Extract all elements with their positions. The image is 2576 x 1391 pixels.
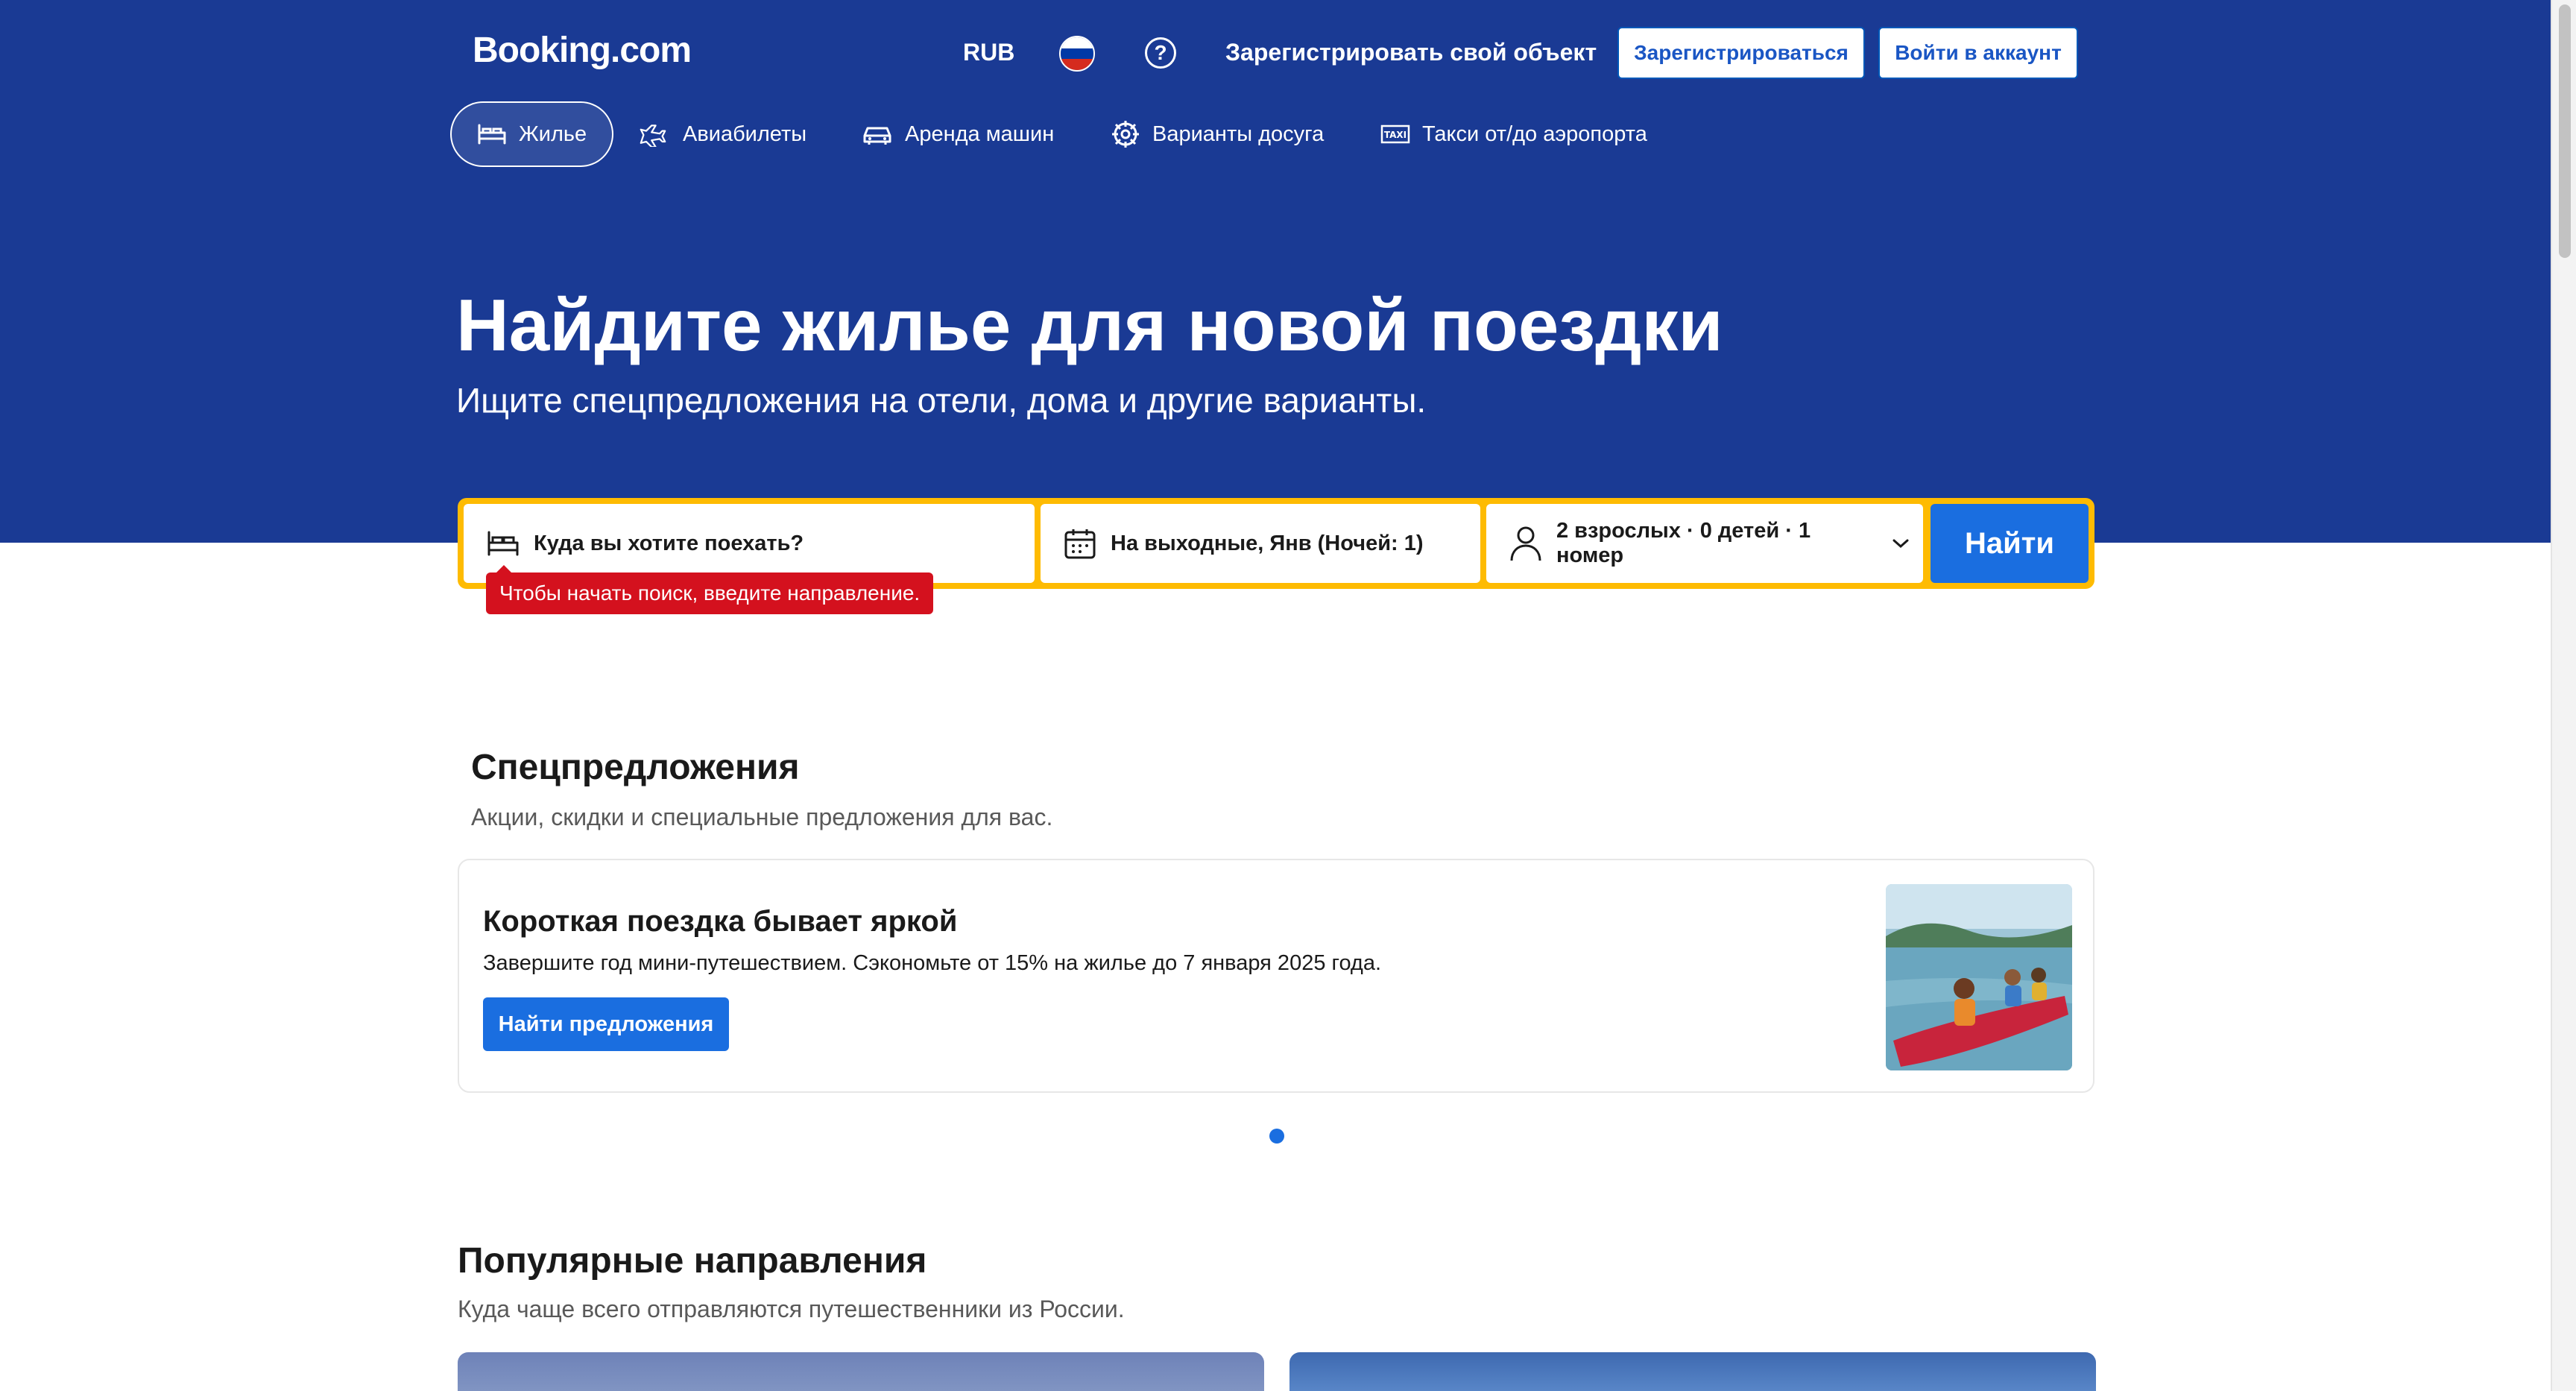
dates-value: На выходные, Янв (Ночей: 1) bbox=[1111, 531, 1424, 555]
calendar-icon bbox=[1064, 529, 1096, 559]
register-button[interactable]: Зарегистрироваться bbox=[1617, 27, 1865, 79]
guests-value: 2 взрослых · 0 детей · 1 номер bbox=[1556, 519, 1811, 567]
tab-label: Такси от/до аэропорта bbox=[1422, 122, 1647, 146]
taxi-icon: TAXI bbox=[1380, 124, 1410, 144]
tab-attractions[interactable]: Варианты досуга bbox=[1111, 101, 1324, 167]
login-button[interactable]: Войти в аккаунт bbox=[1878, 27, 2078, 79]
tab-label: Авиабилеты bbox=[683, 122, 807, 146]
attractions-icon bbox=[1112, 121, 1139, 148]
scrollbar-thumb[interactable] bbox=[2559, 4, 2571, 258]
promo-text: Завершите год мини-путешествием. Сэконом… bbox=[483, 951, 1382, 975]
date-picker[interactable]: На выходные, Янв (Ночей: 1) bbox=[1041, 504, 1480, 583]
offers-subtitle: Акции, скидки и специальные предложения … bbox=[471, 804, 1053, 830]
destination-placeholder: Куда вы хотите поехать? bbox=[534, 531, 804, 555]
promo-card: Короткая поездка бывает яркой Завершите … bbox=[458, 859, 2094, 1093]
popular-subtitle: Куда чаще всего отправляются путешествен… bbox=[458, 1296, 1125, 1322]
hero-title: Найдите жилье для новой поездки bbox=[456, 284, 1723, 366]
tab-car-rental[interactable]: Аренда машин bbox=[862, 101, 1054, 167]
destination-card[interactable] bbox=[1289, 1352, 2096, 1391]
guests-selector[interactable]: 2 взрослых · 0 детей · 1 номер bbox=[1486, 504, 1923, 583]
promo-image bbox=[1886, 884, 2072, 1070]
svg-text:TAXI: TAXI bbox=[1384, 130, 1407, 140]
hero-banner bbox=[0, 0, 2551, 543]
find-offers-button[interactable]: Найти предложения bbox=[483, 997, 729, 1051]
chevron-down-icon bbox=[1892, 539, 1909, 549]
popular-title: Популярные направления bbox=[458, 1241, 927, 1281]
booking-logo[interactable]: Booking.com bbox=[473, 30, 692, 71]
plane-icon bbox=[640, 124, 666, 147]
destination-card[interactable] bbox=[458, 1352, 1264, 1391]
car-icon bbox=[863, 127, 891, 145]
list-property-link[interactable]: Зарегистрировать свой объект bbox=[1225, 39, 1597, 66]
destination-input[interactable]: Куда вы хотите поехать? bbox=[464, 504, 1035, 583]
language-flag-icon[interactable] bbox=[1059, 36, 1095, 72]
destination-error-tooltip: Чтобы начать поиск, введите направление. bbox=[486, 565, 934, 614]
tab-flights[interactable]: Авиабилеты bbox=[640, 101, 806, 167]
currency-selector[interactable]: RUB bbox=[963, 39, 1014, 66]
tab-airport-taxi[interactable]: TAXI Такси от/до аэропорта bbox=[1380, 101, 1647, 167]
tab-label: Жилье bbox=[519, 122, 587, 146]
help-icon[interactable]: ? bbox=[1145, 37, 1176, 69]
bed-icon bbox=[478, 124, 506, 145]
carousel-dot[interactable] bbox=[1269, 1129, 1284, 1144]
offers-title: Спецпредложения bbox=[471, 748, 800, 787]
tab-label: Аренда машин bbox=[905, 122, 1055, 146]
search-button[interactable]: Найти bbox=[1931, 504, 2089, 583]
person-icon bbox=[1510, 526, 1541, 561]
tab-label: Варианты досуга bbox=[1152, 122, 1325, 146]
hero-subtitle: Ищите спецпредложения на отели, дома и д… bbox=[456, 381, 1427, 420]
promo-title: Короткая поездка бывает яркой bbox=[483, 905, 958, 938]
tab-stays[interactable]: Жилье bbox=[450, 101, 614, 167]
bed-icon bbox=[487, 531, 519, 556]
page-scrollbar[interactable] bbox=[2551, 0, 2576, 1391]
